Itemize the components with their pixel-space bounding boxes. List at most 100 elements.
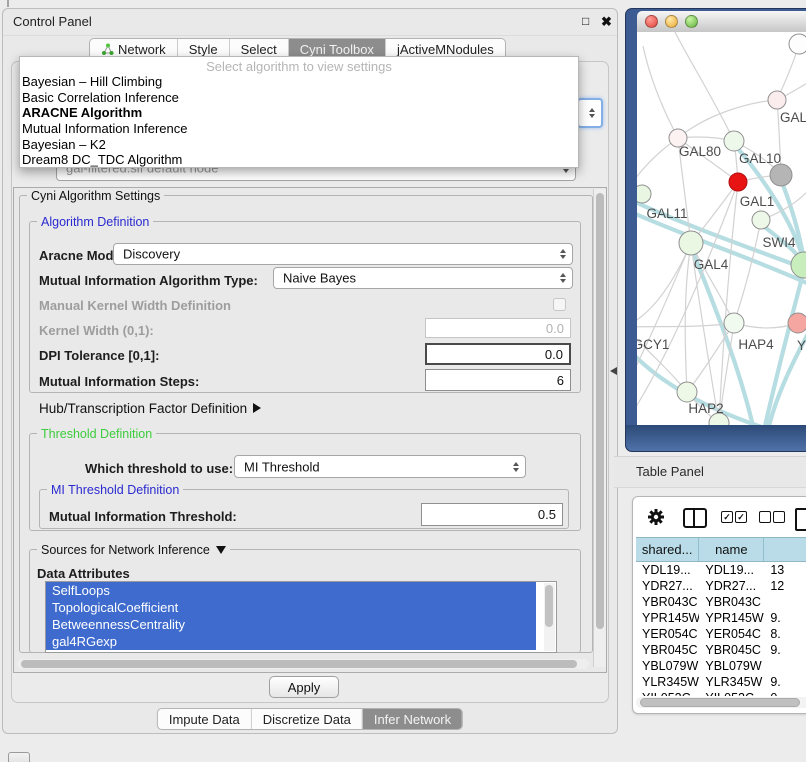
- mi-type-combo[interactable]: Naive Bayes: [273, 267, 573, 289]
- network-edge[interactable]: [637, 243, 691, 380]
- table-row[interactable]: YBL079WYBL079W: [636, 658, 806, 674]
- table-row[interactable]: YDL19...YDL19...13: [636, 562, 806, 578]
- zoom-window-icon[interactable]: [685, 15, 698, 28]
- network-edge[interactable]: [675, 32, 734, 141]
- network-edge[interactable]: [643, 46, 678, 138]
- close-window-icon[interactable]: [645, 15, 658, 28]
- table-cell[interactable]: YPR145W: [699, 610, 764, 626]
- network-node[interactable]: [770, 164, 792, 186]
- select-all-checkbox-icon[interactable]: ✓: [721, 511, 733, 523]
- aracne-mode-combo[interactable]: Discovery: [113, 243, 573, 265]
- table-row[interactable]: YDR27...YDR27...12: [636, 578, 806, 594]
- network-node[interactable]: [724, 131, 744, 151]
- algorithm-option[interactable]: Bayesian – K2: [20, 137, 578, 153]
- deselect-all-checkbox-icon[interactable]: [759, 511, 771, 523]
- network-node[interactable]: [768, 91, 786, 109]
- attribute-item[interactable]: gal4RGexp: [46, 633, 536, 650]
- table-row[interactable]: YBR043CYBR043C: [636, 594, 806, 610]
- table-cell[interactable]: 12: [764, 578, 806, 594]
- network-window-titlebar[interactable]: [637, 11, 806, 33]
- column-header-name[interactable]: name: [699, 538, 764, 561]
- network-node[interactable]: [729, 173, 747, 191]
- table-row[interactable]: YIL052CYIL052C0.: [636, 690, 806, 696]
- table-horizontal-scrollbar[interactable]: [636, 697, 806, 708]
- table-cell[interactable]: YDR27...: [699, 578, 764, 594]
- table-row[interactable]: YBR045CYBR045C9.: [636, 642, 806, 658]
- network-edge[interactable]: [678, 100, 777, 138]
- tab-discretize-data[interactable]: Discretize Data: [251, 709, 362, 729]
- inference-algorithm-combo[interactable]: [577, 98, 603, 128]
- table-cell[interactable]: [764, 658, 806, 674]
- table-row[interactable]: YPR145WYPR145W9.: [636, 610, 806, 626]
- network-edge[interactable]: [719, 182, 738, 423]
- mi-threshold-field[interactable]: [421, 503, 563, 526]
- network-node[interactable]: [637, 185, 651, 203]
- dock-panel-button[interactable]: [8, 752, 30, 762]
- network-canvas[interactable]: GALGAL80GAL10GAL1GAL11SWI4GAL4HAP4YGCY1H…: [637, 32, 806, 425]
- list-scrollbar[interactable]: [544, 583, 555, 651]
- mi-steps-field[interactable]: [425, 369, 571, 391]
- table-cell[interactable]: YLR345W: [699, 674, 764, 690]
- table-cell[interactable]: 0.: [764, 690, 806, 696]
- table-cell[interactable]: YIL052C: [636, 690, 699, 696]
- data-attributes-list[interactable]: SelfLoopsTopologicalCoefficientBetweenne…: [45, 581, 557, 653]
- settings-vertical-scrollbar[interactable]: [593, 189, 606, 667]
- table-cell[interactable]: 9.: [764, 642, 806, 658]
- manual-kernel-checkbox[interactable]: [553, 298, 566, 311]
- network-node[interactable]: [791, 252, 806, 278]
- table-cell[interactable]: YDL19...: [636, 562, 699, 578]
- table-cell[interactable]: 9.: [764, 610, 806, 626]
- settings-vscroll-thumb[interactable]: [596, 193, 604, 629]
- algorithm-option[interactable]: Dream8 DC_TDC Algorithm: [20, 152, 578, 168]
- apply-button[interactable]: Apply: [269, 676, 339, 698]
- select-all-checkbox-icon2[interactable]: ✓: [735, 511, 747, 523]
- table-cell[interactable]: YBR043C: [699, 594, 764, 610]
- list-scrollbar-thumb[interactable]: [545, 585, 553, 627]
- table-cell[interactable]: YBR045C: [636, 642, 699, 658]
- table-cell[interactable]: YBL079W: [699, 658, 764, 674]
- close-panel-icon[interactable]: ✖: [601, 14, 612, 30]
- algorithm-option[interactable]: Bayesian – Hill Climbing: [20, 74, 578, 90]
- table-hscroll-thumb[interactable]: [640, 698, 800, 707]
- network-edge[interactable]: [734, 220, 761, 323]
- export-file-icon[interactable]: [795, 508, 806, 531]
- settings-gear-icon[interactable]: [647, 508, 665, 526]
- tab-infer-network[interactable]: Infer Network: [362, 709, 462, 729]
- table-cell[interactable]: YBR043C: [636, 594, 699, 610]
- tab-impute-data[interactable]: Impute Data: [158, 709, 251, 729]
- column-layout-icon[interactable]: [683, 508, 707, 528]
- table-cell[interactable]: YBL079W: [636, 658, 699, 674]
- attribute-item[interactable]: TopologicalCoefficient: [46, 599, 536, 616]
- float-window-icon[interactable]: □: [582, 14, 589, 28]
- network-edge[interactable]: [637, 243, 691, 327]
- attribute-item[interactable]: SelfLoops: [46, 582, 536, 599]
- table-cell[interactable]: YLR345W: [636, 674, 699, 690]
- network-node[interactable]: [724, 313, 744, 333]
- deselect-all-checkbox-icon2[interactable]: [773, 511, 785, 523]
- table-cell[interactable]: YDL19...: [699, 562, 764, 578]
- network-node[interactable]: [677, 382, 697, 402]
- table-cell[interactable]: YER054C: [699, 626, 764, 642]
- sources-section-toggle[interactable]: Sources for Network Inference: [37, 543, 230, 557]
- table-cell[interactable]: YBR045C: [699, 642, 764, 658]
- settings-hscroll-thumb[interactable]: [21, 660, 577, 668]
- table-cell[interactable]: 13: [764, 562, 806, 578]
- table-row[interactable]: YLR345WYLR345W9.: [636, 674, 806, 690]
- table-cell[interactable]: YDR27...: [636, 578, 699, 594]
- kernel-width-field[interactable]: [425, 318, 571, 338]
- table-cell[interactable]: 8.: [764, 626, 806, 642]
- network-node[interactable]: [789, 34, 806, 54]
- attribute-item[interactable]: BetweennessCentrality: [46, 616, 536, 633]
- table-cell[interactable]: [764, 594, 806, 610]
- column-header-extra[interactable]: [764, 538, 806, 561]
- network-edge[interactable]: [637, 138, 678, 190]
- network-node[interactable]: [788, 313, 806, 333]
- table-row[interactable]: YER054CYER054C8.: [636, 626, 806, 642]
- which-threshold-combo[interactable]: MI Threshold: [234, 455, 526, 478]
- network-node[interactable]: [679, 231, 703, 255]
- column-header-shared-name[interactable]: shared...: [636, 538, 699, 561]
- network-edge[interactable]: [685, 243, 691, 392]
- table-cell[interactable]: YER054C: [636, 626, 699, 642]
- hub-section-toggle[interactable]: Hub/Transcription Factor Definition: [39, 401, 261, 416]
- network-node[interactable]: [752, 211, 770, 229]
